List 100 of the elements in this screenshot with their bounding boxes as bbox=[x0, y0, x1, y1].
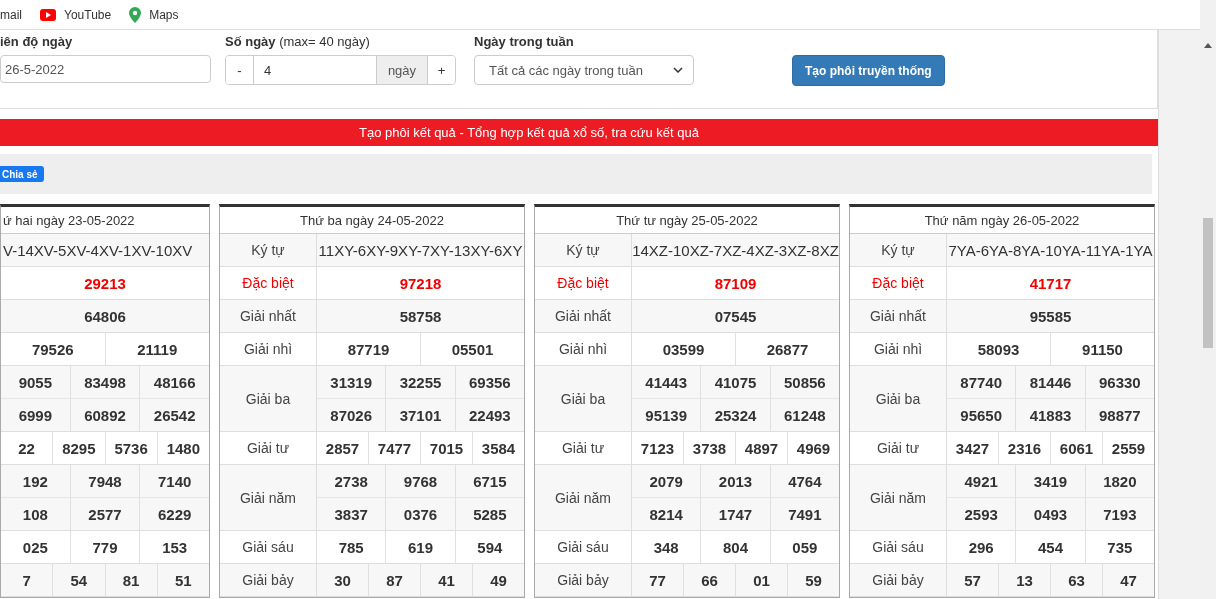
prize-label: Giải sáu bbox=[220, 531, 317, 563]
number-cell-text: 2738 bbox=[333, 471, 369, 492]
number-cell: 7491 bbox=[769, 498, 839, 530]
prize-label: Giải sáu bbox=[850, 531, 947, 563]
number-cell-text: 30 bbox=[333, 570, 352, 591]
number-cell-text: 87026 bbox=[329, 405, 373, 426]
bookmark-link[interactable]: YouTube bbox=[64, 7, 112, 22]
number-cell: 50856 bbox=[769, 366, 839, 398]
number-cell-text: 22 bbox=[17, 438, 36, 459]
video-play-icon bbox=[40, 8, 56, 21]
number-cell-text: 348 bbox=[652, 537, 680, 558]
number-cell: 61248 bbox=[769, 399, 839, 431]
number-cell: 91150 bbox=[1050, 333, 1154, 365]
number-cell-text: 2593 bbox=[963, 504, 999, 525]
number-cell-text: 57 bbox=[963, 570, 982, 591]
prize-label: Giải nhì bbox=[220, 333, 317, 365]
field-label: Ngày trong tuần bbox=[474, 34, 575, 49]
number-cell: 25324 bbox=[700, 399, 770, 431]
number-cell-text: 64806 bbox=[83, 306, 127, 327]
number-cell: 6715 bbox=[454, 465, 524, 497]
number-cell-text: 2079 bbox=[648, 471, 684, 492]
number-cell-text: 2857 bbox=[324, 438, 361, 459]
prize-label: Giải ba bbox=[220, 366, 317, 431]
number-cell-text: 9055 bbox=[17, 372, 53, 393]
create-button[interactable]: Tạo phôi truyền thống bbox=[792, 55, 945, 86]
number-cell-text: 3427 bbox=[954, 438, 991, 459]
number-cell-text: 77 bbox=[648, 570, 667, 591]
bookmark-link[interactable]: mail bbox=[0, 7, 22, 22]
number-cell: 66 bbox=[683, 564, 735, 596]
number-cell-text: 87719 bbox=[346, 339, 391, 360]
number-cell: 87 bbox=[368, 564, 420, 596]
prize-label: Giải nhất bbox=[850, 300, 947, 332]
number-cell: 69356 bbox=[454, 366, 524, 398]
prize-label: Ký tự bbox=[220, 234, 317, 266]
number-cell-text: 79526 bbox=[30, 339, 75, 360]
number-cell-text: 108 bbox=[21, 504, 49, 525]
number-cell: 41 bbox=[420, 564, 472, 596]
prize-label: Đặc biệt bbox=[850, 267, 947, 299]
prize-label: Giải năm bbox=[220, 465, 317, 530]
number-cell: 96330 bbox=[1084, 366, 1154, 398]
number-cell: 619 bbox=[385, 531, 455, 563]
number-cell-text: 87740 bbox=[959, 372, 1003, 393]
weekday-select[interactable]: Tất cả các ngày trong tuần bbox=[474, 55, 694, 85]
number-cell-text: 58758 bbox=[398, 306, 443, 327]
number-cell: 3584 bbox=[472, 432, 524, 464]
prize-label: Giải năm bbox=[535, 465, 632, 530]
prize-label: Giải nhì bbox=[850, 333, 947, 365]
number-cell: 49 bbox=[472, 564, 524, 596]
code-cell-text: V-14XV-5XV-4XV-1XV-10XV bbox=[2, 240, 194, 261]
number-cell: 9768 bbox=[385, 465, 455, 497]
prize-label: Giải ba bbox=[535, 366, 632, 431]
number-cell: 83498 bbox=[69, 366, 140, 398]
number-cell-text: 95585 bbox=[1028, 306, 1073, 327]
number-cell: 1480 bbox=[156, 432, 209, 464]
number-cell: 0493 bbox=[1015, 498, 1085, 530]
number-cell: 2559 bbox=[1102, 432, 1154, 464]
number-cell: 26877 bbox=[735, 333, 839, 365]
number-cell-text: 8214 bbox=[648, 504, 684, 525]
number-cell-text: 41717 bbox=[1028, 273, 1073, 294]
prize-label: Đặc biệt bbox=[535, 267, 632, 299]
prize-label: Đặc biệt bbox=[220, 267, 317, 299]
chevron-down-icon bbox=[673, 67, 683, 73]
number-cell: 3419 bbox=[1015, 465, 1085, 497]
number-cell-text: 58093 bbox=[976, 339, 1021, 360]
prize-label: Giải năm bbox=[850, 465, 947, 530]
number-cell: 5736 bbox=[104, 432, 157, 464]
number-cell: 153 bbox=[139, 531, 209, 563]
number-cell-text: 785 bbox=[337, 537, 365, 558]
bookmark-link[interactable]: Maps bbox=[149, 7, 179, 22]
number-cell: 4969 bbox=[787, 432, 839, 464]
number-cell: 0376 bbox=[385, 498, 455, 530]
number-cell: 05501 bbox=[420, 333, 524, 365]
number-cell: 6061 bbox=[1050, 432, 1102, 464]
field-label: iên độ ngày bbox=[0, 34, 74, 49]
number-cell-text: 025 bbox=[21, 537, 49, 558]
number-cell: 6229 bbox=[139, 498, 209, 530]
banner-text: Tạo phôi kết quả - Tổng hợp kết quả xổ số, tra cứu kết quả bbox=[359, 125, 699, 140]
number-cell: 54 bbox=[52, 564, 105, 596]
number-cell: 7015 bbox=[420, 432, 472, 464]
number-cell-text: 95650 bbox=[959, 405, 1003, 426]
prize-label: Giải nhì bbox=[535, 333, 632, 365]
number-cell-text: 192 bbox=[21, 471, 49, 492]
number-cell: 7948 bbox=[69, 465, 140, 497]
share-button[interactable]: Chia sẻ bbox=[0, 166, 44, 182]
number-cell: 7193 bbox=[1084, 498, 1154, 530]
number-cell: 7477 bbox=[368, 432, 420, 464]
number-cell: 594 bbox=[454, 531, 524, 563]
prize-label: Giải sáu bbox=[535, 531, 632, 563]
scroll-up-icon[interactable] bbox=[1204, 42, 1212, 48]
number-cell: 51 bbox=[156, 564, 209, 596]
number-cell-text: 41443 bbox=[644, 372, 688, 393]
number-cell-text: 3837 bbox=[333, 504, 369, 525]
date-field[interactable]: 26-5-2022 bbox=[0, 55, 211, 83]
number-cell-text: 31319 bbox=[329, 372, 373, 393]
prize-label: Giải nhất bbox=[535, 300, 632, 332]
number-cell-text: 97218 bbox=[398, 273, 443, 294]
number-cell: 2013 bbox=[700, 465, 770, 497]
number-cell: 7140 bbox=[139, 465, 209, 497]
number-cell: 48166 bbox=[139, 366, 209, 398]
scrollbar-thumb[interactable] bbox=[1203, 218, 1213, 348]
